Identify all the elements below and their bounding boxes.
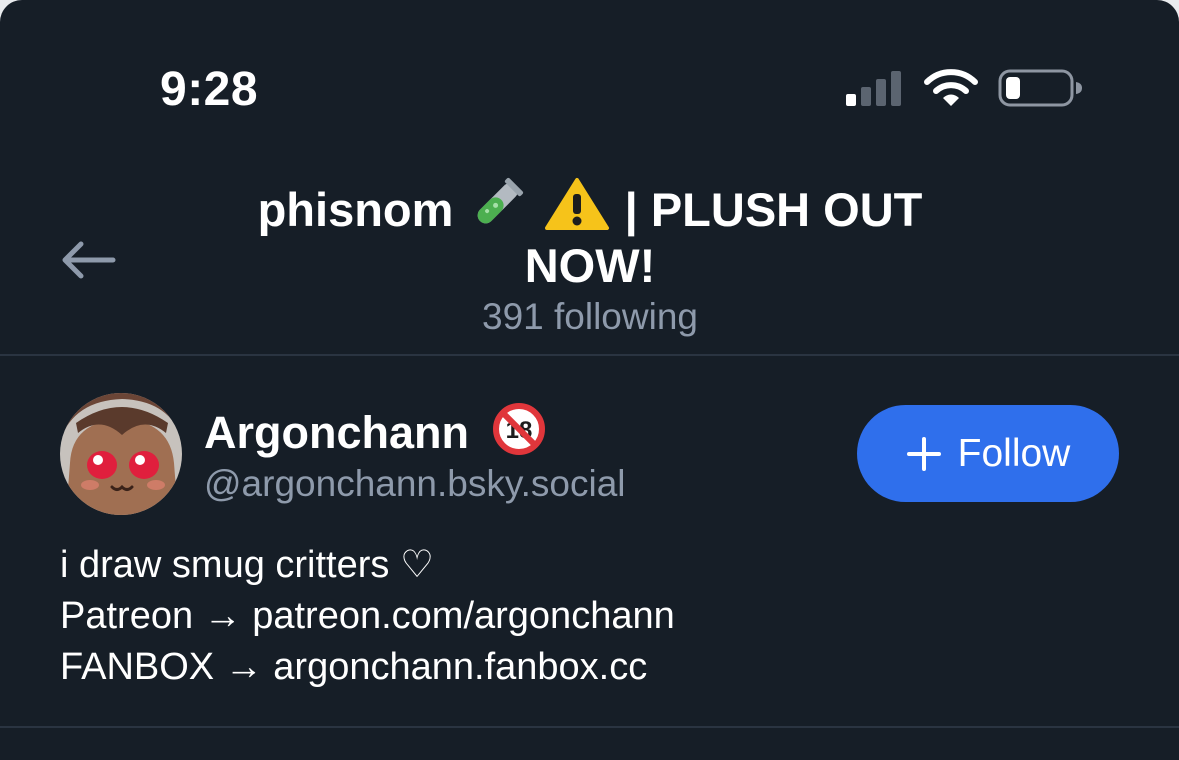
following-count: 391 following <box>482 296 698 337</box>
bio-line-2-prefix: Patreon → <box>60 595 253 637</box>
warning-emoji <box>544 178 609 230</box>
list-item-divider <box>0 726 1179 728</box>
fanbox-link[interactable]: argonchann.fanbox.cc <box>273 646 647 688</box>
bio-line-1: i draw smug critters ♡ <box>60 544 435 586</box>
header-divider <box>0 354 1179 356</box>
battery-icon <box>998 69 1082 107</box>
page-title-line2: NOW! <box>524 239 656 292</box>
plus-icon <box>906 436 941 471</box>
avatar-image <box>60 393 182 515</box>
bio-line-2: Patreon → patreon.com/argonchann <box>60 591 1120 642</box>
patreon-link[interactable]: patreon.com/argonchann <box>252 595 675 637</box>
display-name[interactable]: Argonchann 18 <box>204 402 546 460</box>
page-title: phisnom | PLUSH OUT NOW! <box>190 176 990 294</box>
test-tube-emoji <box>478 177 524 224</box>
profile-bio: i draw smug critters ♡ Patreon → patreon… <box>60 540 1120 693</box>
profile-following-screen: 9:28 phisnom | PLUSH OUT NOW! 391 follow… <box>0 0 1179 760</box>
page-title-line1: phisnom | PLUSH OUT <box>190 176 990 238</box>
no-one-under-eighteen-icon: 18 <box>492 403 545 455</box>
avatar[interactable] <box>60 393 182 515</box>
follow-button-label: Follow <box>957 431 1071 475</box>
bio-line-3: FANBOX → argonchann.fanbox.cc <box>60 642 1120 693</box>
page-title-name: phisnom <box>257 183 454 236</box>
display-name-text: Argonchann <box>204 407 469 458</box>
bio-line-3-prefix: FANBOX → <box>60 646 274 688</box>
page-title-rest: | PLUSH OUT <box>624 183 923 236</box>
follow-button[interactable]: Follow <box>857 405 1119 502</box>
wifi-icon <box>924 69 978 106</box>
back-button[interactable] <box>56 234 120 286</box>
user-handle[interactable]: @argonchann.bsky.social <box>204 460 626 508</box>
status-time: 9:28 <box>160 63 259 116</box>
cellular-signal-icon <box>846 71 901 106</box>
arrow-left-icon <box>62 241 116 279</box>
